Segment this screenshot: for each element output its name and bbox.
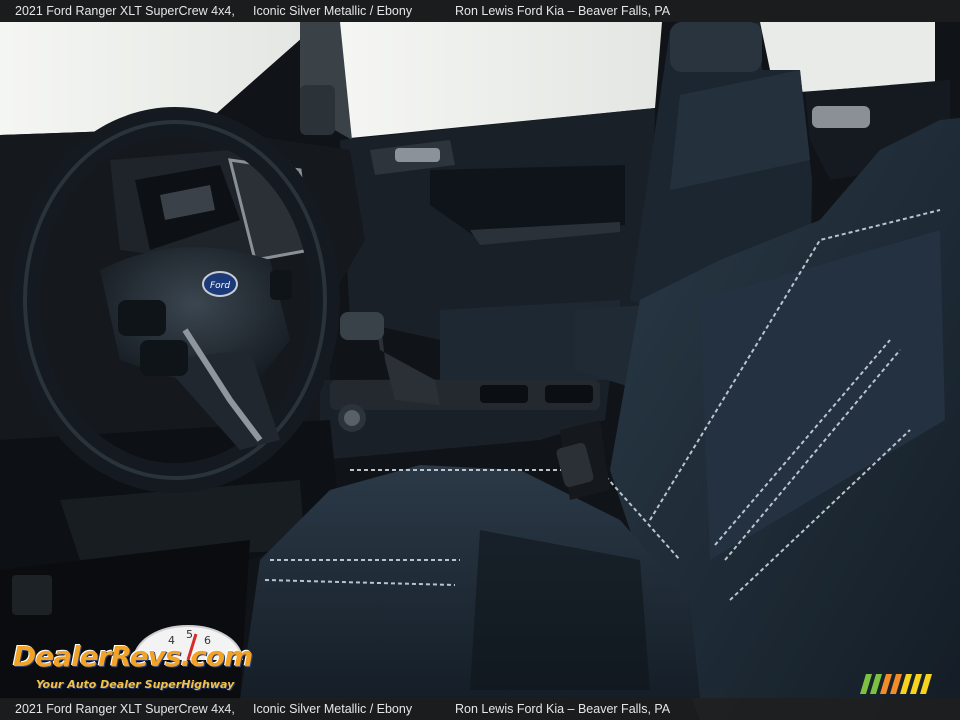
caption-dealer: Ron Lewis Ford Kia – Beaver Falls, PA: [455, 702, 671, 716]
dealerrevs-tagline: Your Auto Dealer SuperHighway: [36, 678, 235, 691]
caption-bar-top: 2021 Ford Ranger XLT SuperCrew 4x4, Icon…: [0, 0, 960, 22]
caption-color: Iconic Silver Metallic / Ebony: [253, 4, 413, 18]
interior-photo: Ford: [0, 0, 960, 720]
dealerrevs-logo-text: DealerRevs.com: [13, 640, 253, 673]
caption-model: 2021 Ford Ranger XLT SuperCrew 4x4,: [15, 702, 235, 716]
caption-dealer: Ron Lewis Ford Kia – Beaver Falls, PA: [455, 4, 671, 18]
dealerrevs-watermark: 4 5 6 DealerRevs.com Your Auto Dealer Su…: [10, 622, 270, 696]
caption-bar-bottom: 2021 Ford Ranger XLT SuperCrew 4x4, Icon…: [0, 698, 960, 720]
stripe-logo: [860, 674, 932, 694]
caption-color: Iconic Silver Metallic / Ebony: [253, 702, 413, 716]
svg-text:Ford: Ford: [210, 281, 230, 291]
caption-model: 2021 Ford Ranger XLT SuperCrew 4x4,: [15, 4, 235, 18]
